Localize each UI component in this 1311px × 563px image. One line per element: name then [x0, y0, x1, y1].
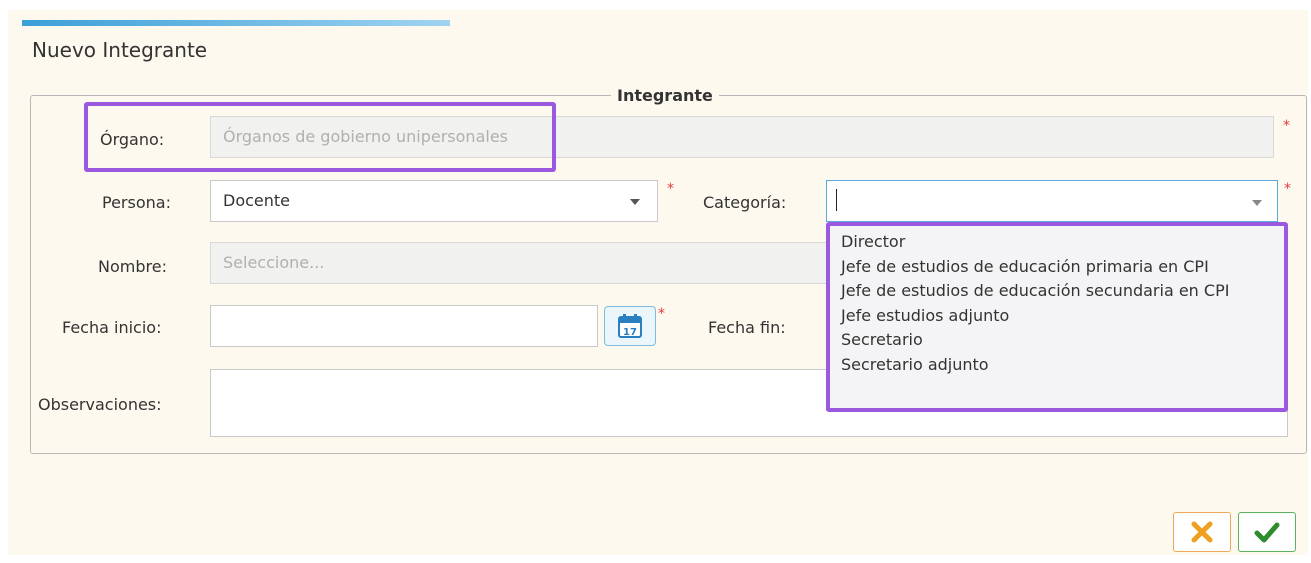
dropdown-highlight-box [826, 222, 1288, 412]
fecha-inicio-input[interactable] [210, 305, 598, 347]
chevron-down-icon[interactable] [630, 199, 640, 205]
observaciones-label: Observaciones: [38, 395, 162, 414]
organo-highlight-box [84, 102, 556, 172]
check-icon [1254, 522, 1280, 543]
persona-select[interactable]: Docente [210, 180, 658, 222]
calendar-day-text: 17 [623, 327, 637, 338]
cancel-button[interactable] [1173, 512, 1231, 552]
confirm-button[interactable] [1238, 512, 1296, 552]
close-icon [1191, 521, 1213, 543]
categoria-select[interactable] [826, 180, 1278, 222]
dialog-title: Nuevo Integrante [32, 38, 208, 62]
fecha-fin-label: Fecha fin: [708, 318, 786, 337]
fecha-inicio-required-mark: * [658, 306, 665, 322]
persona-label: Persona: [102, 193, 171, 212]
calendar-button[interactable]: 17 [604, 306, 656, 346]
nombre-label: Nombre: [98, 257, 167, 276]
organo-required-mark: * [1283, 118, 1290, 134]
title-accent-bar [22, 20, 450, 26]
categoria-label: Categoría: [703, 193, 787, 212]
nombre-select[interactable]: Seleccione... [210, 242, 830, 284]
persona-required-mark: * [667, 181, 674, 197]
fecha-inicio-label: Fecha inicio: [62, 318, 162, 337]
fieldset-legend: Integrante [617, 86, 713, 105]
calendar-icon: 17 [618, 314, 642, 338]
text-cursor [836, 189, 837, 211]
categoria-required-mark: * [1284, 181, 1291, 197]
chevron-down-icon[interactable] [1252, 200, 1262, 206]
